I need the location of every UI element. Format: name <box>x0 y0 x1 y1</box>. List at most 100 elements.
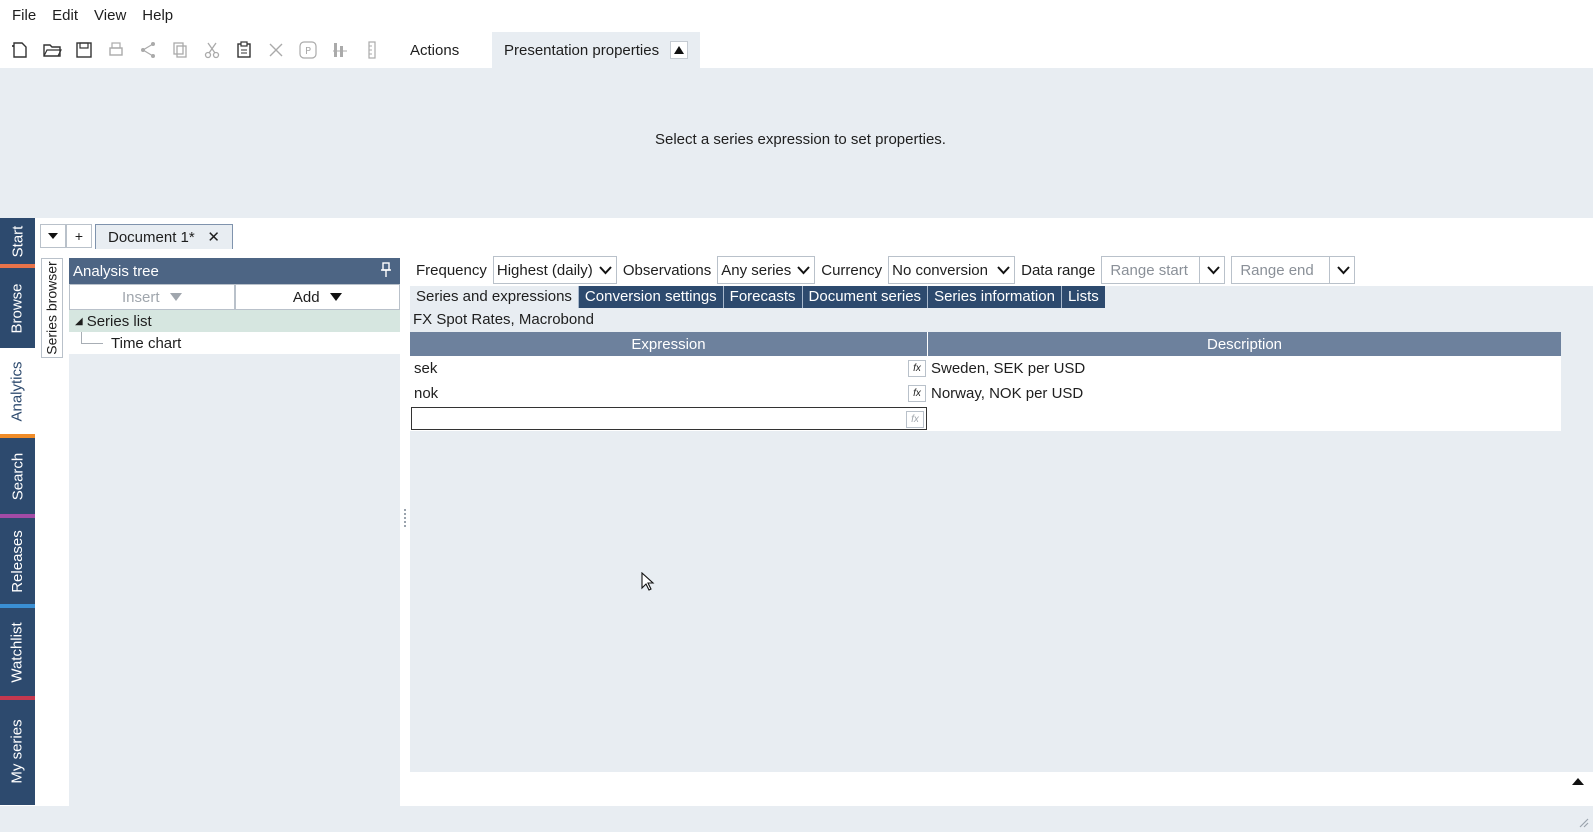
side-tab-my-series[interactable]: My series <box>0 700 35 802</box>
side-tab-search[interactable]: Search <box>0 438 35 514</box>
tab-document-series[interactable]: Document series <box>803 286 929 308</box>
chevron-down-icon <box>1207 262 1221 278</box>
frequency-select[interactable]: Highest (daily) <box>492 256 617 284</box>
ruler-icon <box>356 34 388 66</box>
select-divider <box>1199 257 1201 283</box>
observations-select[interactable]: Any series <box>717 256 816 284</box>
triangle-up-icon <box>674 46 684 54</box>
tab-conversion-settings[interactable]: Conversion settings <box>579 286 724 308</box>
tab-series-and-expressions[interactable]: Series and expressions <box>410 286 579 308</box>
new-expression-input[interactable]: fx <box>411 407 927 430</box>
cut-icon <box>196 34 228 66</box>
subtab-bar: Series and expressions Conversion settin… <box>410 286 1105 308</box>
analysis-tree: ◢ Series list Time chart <box>69 310 400 354</box>
tree-item-series-list[interactable]: ◢ Series list <box>69 310 400 332</box>
formula-icon[interactable]: fx <box>908 385 926 402</box>
menu-bar: File Edit View Help <box>0 0 1593 32</box>
chevron-down-icon <box>797 262 810 278</box>
description-cell: Norway, NOK per USD <box>931 385 1084 402</box>
triangle-down-icon <box>169 293 182 301</box>
analysis-tree-title: Analysis tree <box>73 262 159 280</box>
side-tab-analytics[interactable]: Analytics <box>0 348 35 434</box>
workspace: Series browser Analysis tree Insert Add … <box>35 254 1593 806</box>
open-folder-icon[interactable] <box>36 34 68 66</box>
triangle-down-icon <box>329 293 342 301</box>
data-range-label: Data range <box>1021 261 1096 279</box>
close-icon[interactable]: ✕ <box>207 228 220 246</box>
analysis-tree-header: Analysis tree <box>69 258 400 284</box>
tab-series-information[interactable]: Series information <box>928 286 1062 308</box>
tree-connector <box>81 332 103 344</box>
analysis-tree-panel: Analysis tree Insert Add ◢ Series list T… <box>69 258 400 806</box>
document-tab[interactable]: Document 1* ✕ <box>95 224 233 249</box>
side-tab-releases[interactable]: Releases <box>0 518 35 604</box>
side-tab-start[interactable]: Start <box>0 218 35 264</box>
document-tab-strip: + Document 1* ✕ <box>35 218 1593 254</box>
paste-icon[interactable] <box>228 34 260 66</box>
svg-text:P: P <box>305 46 311 57</box>
expand-triangle-icon[interactable]: ◢ <box>75 316 83 327</box>
pin-icon[interactable] <box>380 262 392 282</box>
status-bar <box>0 806 1593 832</box>
toolbar: P Actions Presentation properties <box>0 32 1593 68</box>
menu-view[interactable]: View <box>86 0 134 32</box>
tab-forecasts[interactable]: Forecasts <box>724 286 803 308</box>
share-icon <box>132 34 164 66</box>
side-tab-bar: Start Browse Analytics Search Releases W… <box>0 218 35 805</box>
description-cell <box>928 406 1561 431</box>
grid-header: Expression Description <box>410 332 1561 356</box>
range-end-select[interactable]: Range end <box>1231 256 1356 284</box>
side-tab-browse[interactable]: Browse <box>0 268 35 348</box>
column-header-expression[interactable]: Expression <box>410 332 928 356</box>
formula-icon: fx <box>906 411 924 428</box>
presentation-icon: P <box>292 34 324 66</box>
save-icon[interactable] <box>68 34 100 66</box>
filter-row: Frequency Highest (daily) Observations A… <box>410 254 1593 286</box>
new-document-tab-button[interactable]: + <box>66 224 92 248</box>
currency-label: Currency <box>821 261 883 279</box>
table-row[interactable]: nok fx Norway, NOK per USD <box>410 381 1561 406</box>
panel-splitter[interactable] <box>404 509 407 527</box>
mouse-cursor-icon <box>641 572 655 591</box>
menu-help[interactable]: Help <box>134 0 181 32</box>
description-cell: Sweden, SEK per USD <box>931 360 1086 377</box>
expression-cell[interactable]: nok fx <box>410 381 928 406</box>
props-message: Select a series expression to set proper… <box>655 130 946 148</box>
expand-up-icon[interactable] <box>1571 774 1585 786</box>
side-tab-watchlist[interactable]: Watchlist <box>0 608 35 696</box>
add-button[interactable]: Add <box>234 284 400 310</box>
document-tab-label: Document 1* <box>108 228 195 246</box>
document-list-dropdown[interactable] <box>40 224 66 248</box>
tree-item-time-chart[interactable]: Time chart <box>69 332 400 354</box>
observations-label: Observations <box>622 261 712 279</box>
new-document-icon[interactable] <box>4 34 36 66</box>
series-list-panel: Frequency Highest (daily) Observations A… <box>410 254 1593 772</box>
series-grid: Expression Description sek fx Sweden, SE… <box>410 332 1561 431</box>
chevron-down-icon <box>599 262 612 278</box>
range-start-select[interactable]: Range start <box>1101 256 1226 284</box>
expression-cell[interactable]: sek fx <box>410 356 928 381</box>
menu-file[interactable]: File <box>4 0 44 32</box>
presentation-properties-label: Presentation properties <box>504 41 660 59</box>
resize-grip-icon[interactable] <box>1577 816 1589 828</box>
menu-edit[interactable]: Edit <box>44 0 86 32</box>
formula-icon[interactable]: fx <box>908 360 926 377</box>
presentation-properties-panel: Select a series expression to set proper… <box>0 68 1593 218</box>
chevron-down-icon <box>997 262 1010 278</box>
columns-icon <box>324 34 356 66</box>
delete-icon <box>260 34 292 66</box>
frequency-label: Frequency <box>416 261 487 279</box>
new-expression-row[interactable]: fx <box>410 406 1561 431</box>
presentation-properties-tab[interactable]: Presentation properties <box>492 32 700 68</box>
copy-icon <box>164 34 196 66</box>
column-header-description[interactable]: Description <box>928 332 1561 356</box>
actions-button[interactable]: Actions <box>406 42 463 59</box>
list-title: FX Spot Rates, Macrobond <box>413 311 594 328</box>
currency-select[interactable]: No conversion <box>888 256 1016 284</box>
series-browser-tab[interactable]: Series browser <box>41 258 63 358</box>
triangle-down-icon <box>48 233 58 239</box>
table-row[interactable]: sek fx Sweden, SEK per USD <box>410 356 1561 381</box>
tab-lists[interactable]: Lists <box>1062 286 1105 308</box>
collapse-panel-button[interactable] <box>670 41 688 59</box>
print-icon <box>100 34 132 66</box>
